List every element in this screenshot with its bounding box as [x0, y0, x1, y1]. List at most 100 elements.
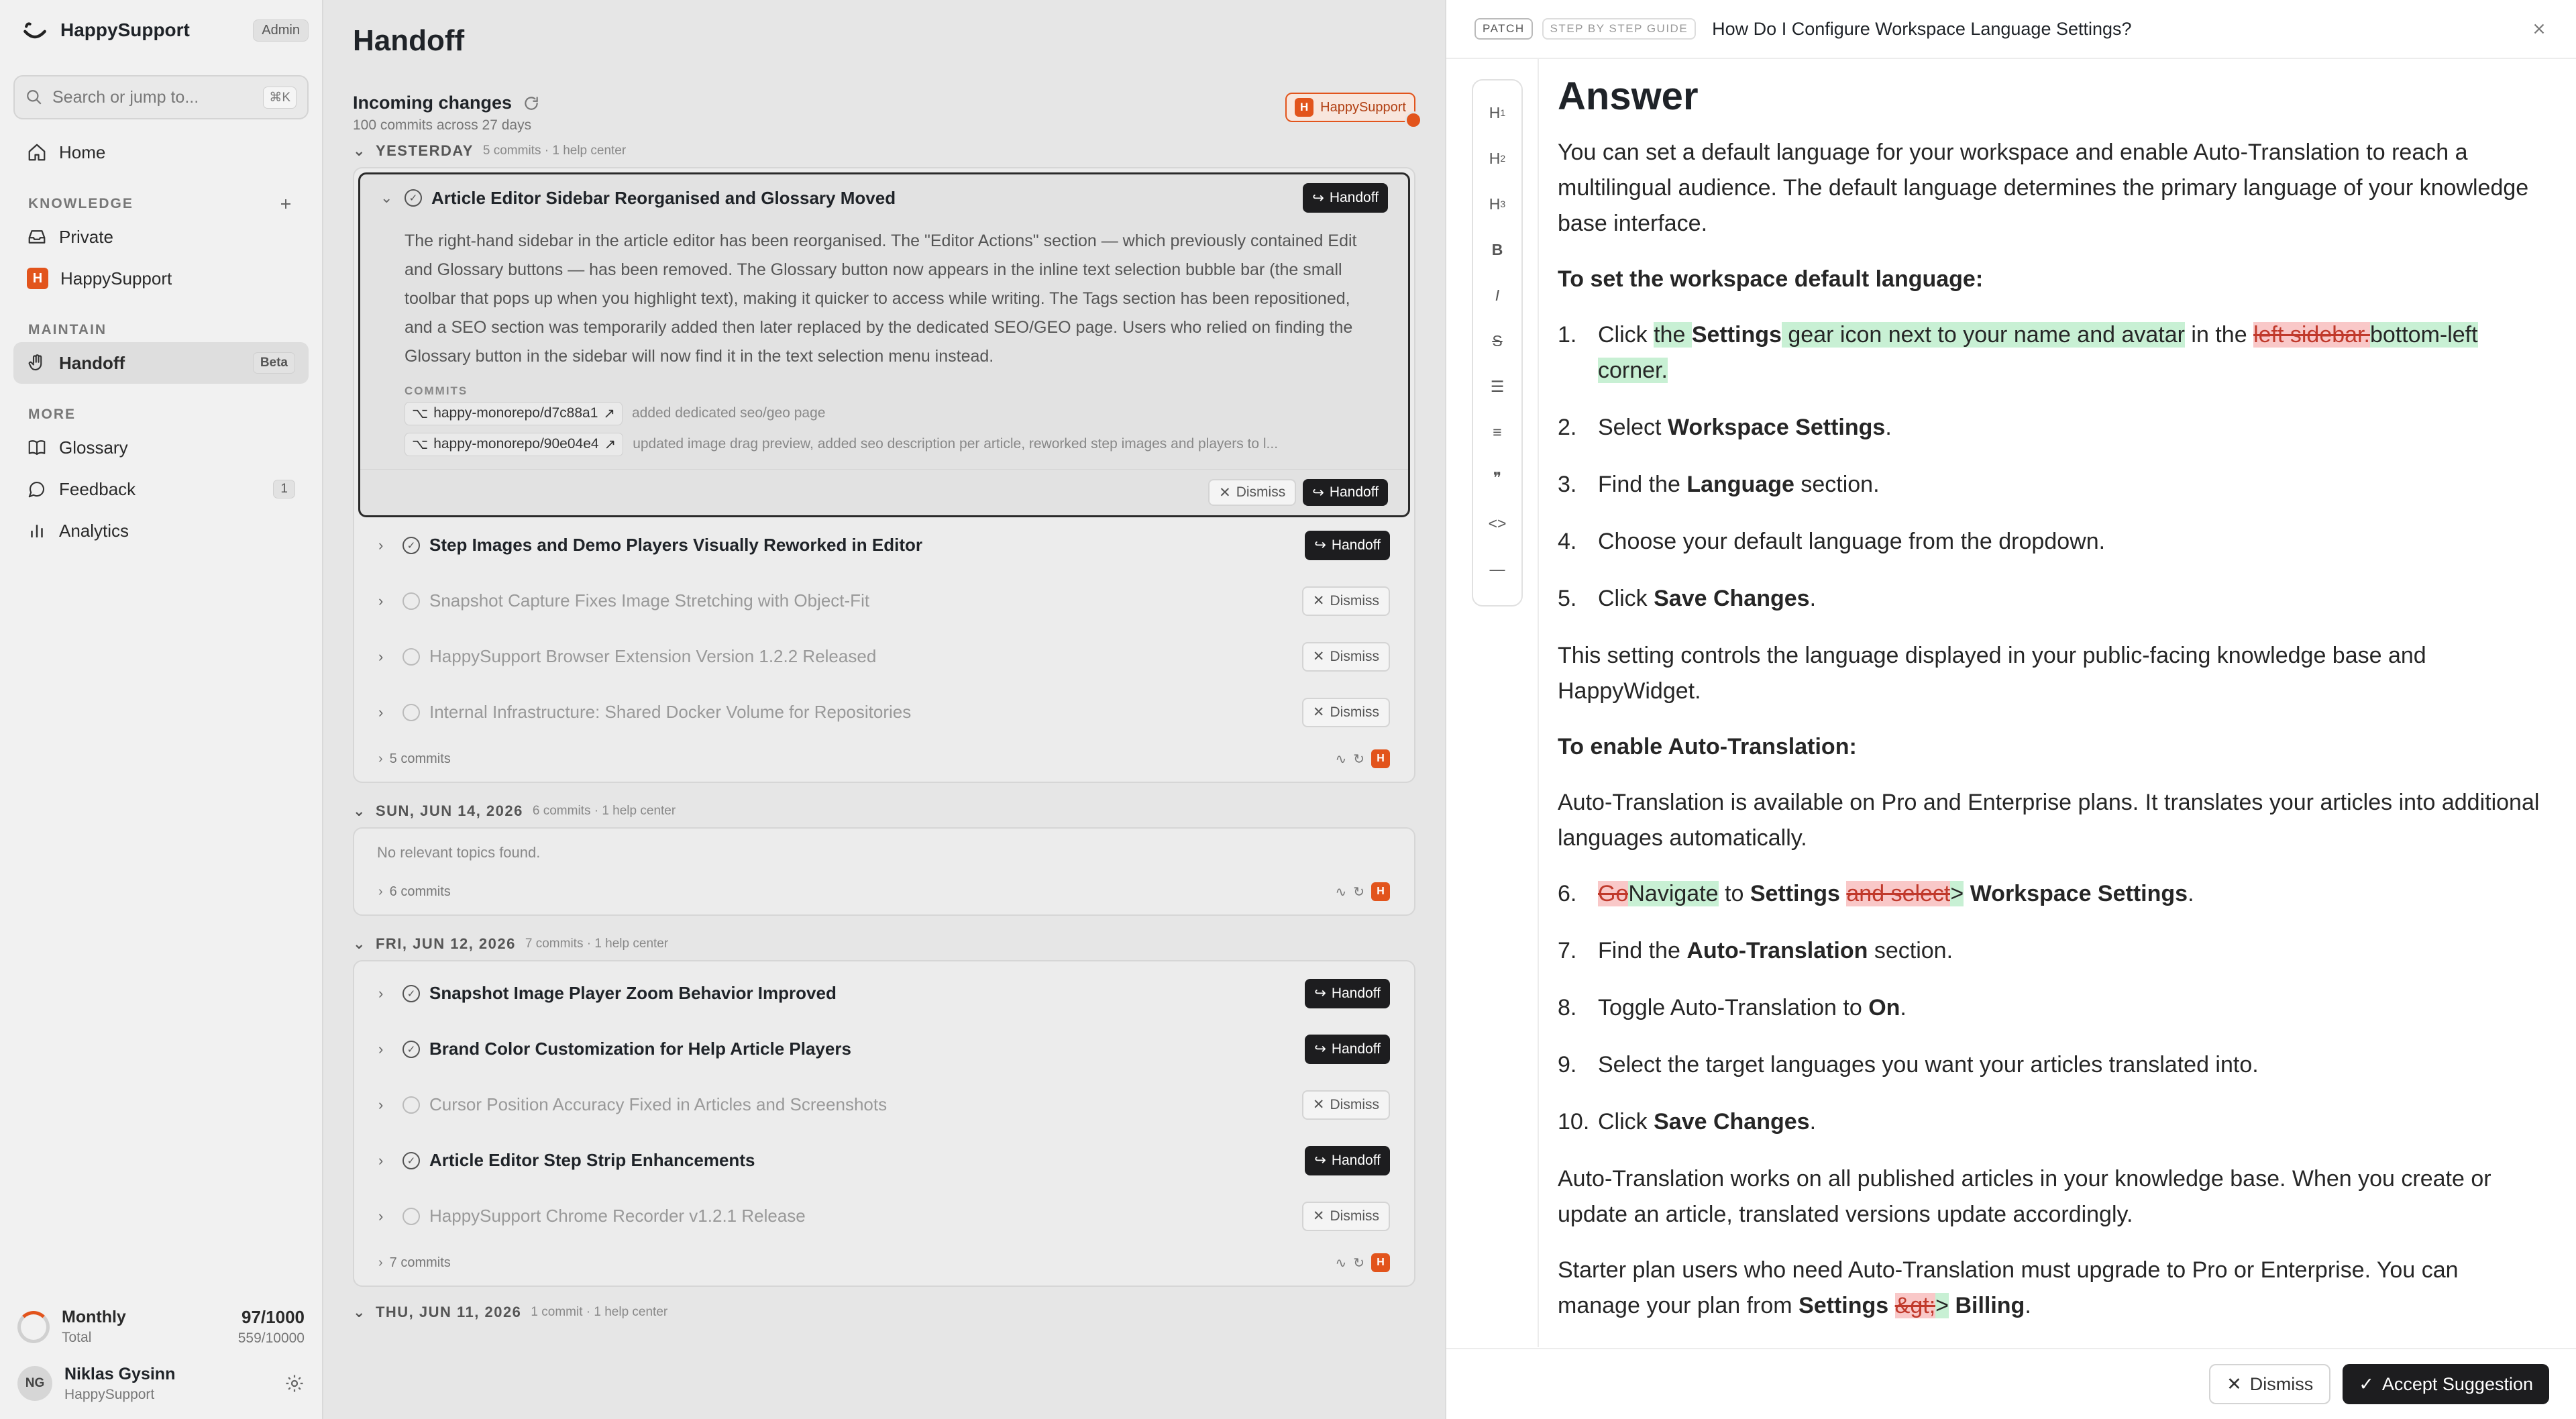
dismiss-button[interactable]: ✕ Dismiss [1301, 697, 1390, 727]
external-link-icon: ↗ [603, 405, 615, 421]
chevron-right-icon[interactable]: › [378, 985, 393, 1002]
refresh-icon[interactable] [523, 95, 540, 112]
divider-button[interactable]: — [1477, 546, 1517, 592]
gear-icon[interactable] [284, 1373, 305, 1394]
accept-suggestion-button[interactable]: ✓ Accept Suggestion [2343, 1364, 2549, 1404]
topic-row[interactable]: ⌄ ✓ Article Editor Sidebar Reorganised a… [360, 174, 1408, 221]
topic-title: HappySupport Browser Extension Version 1… [429, 646, 877, 666]
sidebar-item-home[interactable]: Home [13, 132, 309, 173]
sidebar-item-glossary[interactable]: Glossary [13, 427, 309, 468]
topic-row[interactable]: › Snapshot Capture Fixes Image Stretchin… [358, 573, 1410, 629]
dismiss-button[interactable]: ✕ Dismiss [1301, 1201, 1390, 1231]
chevron-right-icon[interactable]: › [378, 537, 393, 554]
handoff-button[interactable]: ↪ Handoff [1305, 978, 1390, 1008]
chevron-right-icon[interactable]: › [378, 592, 393, 610]
sidebar-item-handoff[interactable]: Handoff Beta [13, 342, 309, 384]
commit-link[interactable]: ⌥ happy-monorepo/90e04e4 ↗ [405, 432, 624, 456]
deletion: left sidebar. [2253, 322, 2370, 348]
topic-row[interactable]: › ✓ Step Images and Demo Players Visuall… [358, 517, 1410, 573]
user-profile[interactable]: NG Niklas Gysinn HappySupport [13, 1357, 309, 1410]
quote-button[interactable]: ❞ [1477, 455, 1517, 501]
chevron-right-icon[interactable]: › [378, 884, 383, 900]
topic-row[interactable]: › HappySupport Browser Extension Version… [358, 629, 1410, 684]
handoff-button[interactable]: ↪ Handoff [1305, 530, 1390, 560]
topic-title: Brand Color Customization for Help Artic… [429, 1039, 851, 1059]
dismiss-button[interactable]: ✕ Dismiss [1301, 586, 1390, 616]
refresh-icon[interactable]: ↻ [1353, 1255, 1364, 1271]
heading-3-button[interactable]: H3 [1477, 181, 1517, 227]
sidebar-item-feedback[interactable]: Feedback 1 [13, 468, 309, 510]
chevron-down-icon: ⌄ [353, 142, 366, 159]
chevron-right-icon[interactable]: › [378, 1041, 393, 1058]
handoff-button[interactable]: ↪ Handoff [1303, 183, 1388, 213]
dismiss-button[interactable]: ✕ Dismiss [1301, 1090, 1390, 1120]
button-label: Dismiss [2249, 1373, 2314, 1394]
help-center-filter-pill[interactable]: H HappySupport [1285, 93, 1422, 129]
chevron-right-icon[interactable]: › [378, 648, 393, 666]
topic-row[interactable]: › HappySupport Chrome Recorder v1.2.1 Re… [358, 1188, 1410, 1244]
chevron-right-icon[interactable]: › [378, 1096, 393, 1114]
day-meta: 6 commits · 1 help center [532, 804, 676, 818]
chevron-right-icon[interactable]: › [378, 751, 383, 767]
topic-row[interactable]: › ✓ Snapshot Image Player Zoom Behavior … [358, 965, 1410, 1021]
commit-link[interactable]: ⌥ happy-monorepo/d7c88a1 ↗ [405, 401, 623, 425]
search-input[interactable]: Search or jump to... ⌘K [13, 75, 309, 119]
chevron-right-icon[interactable]: › [378, 1152, 393, 1169]
step-text: section. [1868, 938, 1953, 963]
bullet-list-button[interactable]: ☰ [1477, 364, 1517, 409]
topic-row[interactable]: › Internal Infrastructure: Shared Docker… [358, 684, 1410, 740]
step-bold: Settings [1691, 322, 1782, 348]
chevron-right-icon[interactable]: › [378, 1208, 393, 1225]
close-icon[interactable] [2530, 20, 2548, 38]
search-placeholder: Search or jump to... [52, 87, 199, 107]
topic-row[interactable]: › Cursor Position Accuracy Fixed in Arti… [358, 1077, 1410, 1133]
activity-icon[interactable]: ∿ [1335, 884, 1346, 900]
refresh-icon[interactable]: ↻ [1353, 884, 1364, 900]
handoff-button[interactable]: ↪ Handoff [1305, 1034, 1390, 1064]
dismiss-suggestion-button[interactable]: ✕ Dismiss [2209, 1364, 2331, 1404]
day-header[interactable]: ⌄ FRI, JUN 12, 2026 7 commits · 1 help c… [353, 931, 1415, 957]
day-header[interactable]: ⌄ SUN, JUN 14, 2026 6 commits · 1 help c… [353, 798, 1415, 825]
italic-button[interactable]: I [1477, 272, 1517, 318]
close-icon: ✕ [1312, 649, 1325, 664]
dismiss-button[interactable]: ✕ Dismiss [1301, 641, 1390, 672]
activity-icon[interactable]: ∿ [1335, 751, 1346, 768]
bold-button[interactable]: B [1477, 227, 1517, 272]
add-knowledge-icon[interactable] [278, 196, 294, 212]
code-button[interactable]: <> [1477, 501, 1517, 546]
ordered-list-button[interactable]: ≡ [1477, 409, 1517, 455]
commit-count[interactable]: 6 commits [390, 884, 451, 900]
topic-row[interactable]: › ✓ Article Editor Step Strip Enhancemen… [358, 1133, 1410, 1188]
close-icon: ✕ [1312, 1208, 1325, 1224]
sidebar-item-analytics[interactable]: Analytics [13, 510, 309, 551]
commit-count[interactable]: 5 commits [390, 751, 451, 767]
step-text: Select [1598, 415, 1668, 440]
handoff-button[interactable]: ↪ Handoff [1303, 479, 1388, 506]
topic-title: Article Editor Step Strip Enhancements [429, 1150, 755, 1170]
chevron-right-icon[interactable]: › [378, 1255, 383, 1271]
article-content[interactable]: Answer You can set a default language fo… [1558, 74, 2544, 1344]
paragraph-text [1888, 1293, 1894, 1318]
chevron-right-icon[interactable]: › [378, 704, 393, 721]
sidebar-item-happysupport[interactable]: H HappySupport [13, 258, 309, 299]
chevron-down-icon[interactable]: ⌄ [380, 189, 395, 207]
sidebar-item-label: Private [59, 226, 113, 247]
strikethrough-button[interactable]: S [1477, 318, 1517, 364]
empty-state: No relevant topics found. [377, 844, 541, 861]
day-group: No relevant topics found. › 6 commits ∿ … [353, 827, 1415, 916]
brand[interactable]: HappySupport Admin [13, 0, 309, 60]
topic-row[interactable]: › ✓ Brand Color Customization for Help A… [358, 1021, 1410, 1077]
topic-title: HappySupport Chrome Recorder v1.2.1 Rele… [429, 1206, 806, 1226]
dismiss-button[interactable]: ✕ Dismiss [1208, 479, 1297, 506]
auto-translation-paragraph: Auto-Translation is available on Pro and… [1558, 790, 2540, 851]
activity-icon[interactable]: ∿ [1335, 1255, 1346, 1271]
commit-count[interactable]: 7 commits [390, 1255, 451, 1271]
handoff-button[interactable]: ↪ Handoff [1305, 1145, 1390, 1175]
heading-1-button[interactable]: H1 [1477, 90, 1517, 136]
refresh-icon[interactable]: ↻ [1353, 751, 1364, 768]
day-header[interactable]: ⌄ THU, JUN 11, 2026 1 commit · 1 help ce… [353, 1299, 1415, 1326]
sidebar-item-private[interactable]: Private [13, 216, 309, 258]
heading-2-button[interactable]: H2 [1477, 136, 1517, 181]
usage-value: 97/1000 [241, 1307, 305, 1327]
day-header-yesterday[interactable]: ⌄ YESTERDAY 5 commits · 1 help center [353, 138, 1415, 164]
